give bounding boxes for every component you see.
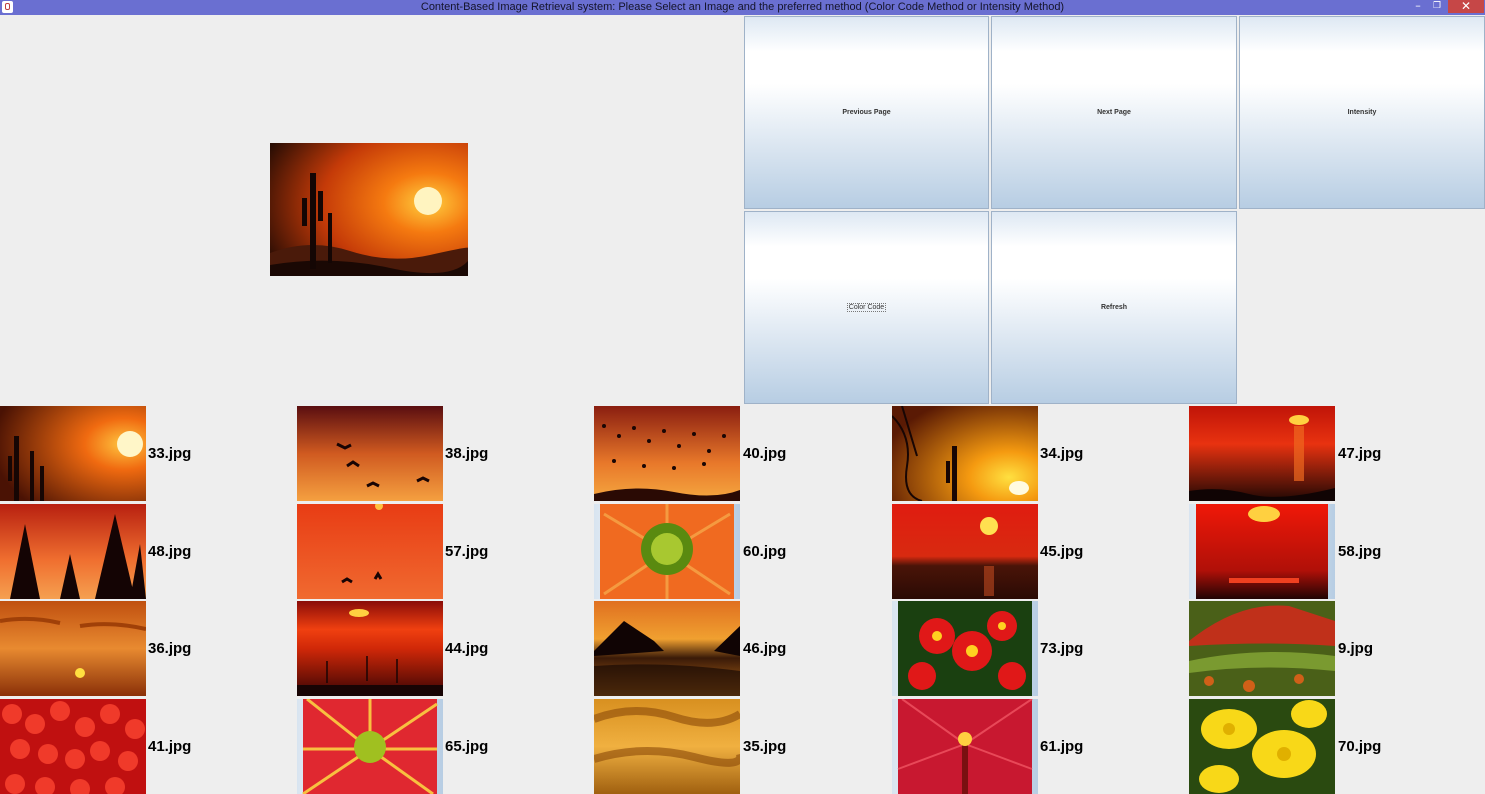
result-filename: 46.jpg: [743, 640, 787, 657]
previous-page-label: Previous Page: [842, 109, 891, 116]
color-code-label: Color Code: [846, 303, 887, 312]
result-filename: 34.jpg: [1040, 445, 1084, 462]
selected-image-preview: [270, 143, 468, 276]
result-thumbnail[interactable]: [594, 406, 740, 501]
minimize-button[interactable]: –: [1409, 0, 1427, 13]
result-thumbnail[interactable]: [297, 699, 443, 794]
result-filename: 61.jpg: [1040, 738, 1084, 755]
result-thumbnail[interactable]: [594, 699, 740, 794]
result-filename: 41.jpg: [148, 738, 192, 755]
window-title: Content-Based Image Retrieval system: Pl…: [420, 1, 1065, 13]
previous-page-button[interactable]: Previous Page: [744, 16, 989, 209]
color-code-button[interactable]: Color Code: [744, 211, 989, 404]
result-filename: 40.jpg: [743, 445, 787, 462]
refresh-label: Refresh: [1100, 304, 1128, 311]
result-thumbnail[interactable]: [1189, 406, 1335, 501]
result-filename: 44.jpg: [445, 640, 489, 657]
result-filename: 47.jpg: [1338, 445, 1382, 462]
result-thumbnail[interactable]: [297, 406, 443, 501]
refresh-button[interactable]: Refresh: [991, 211, 1237, 404]
intensity-label: Intensity: [1347, 109, 1377, 116]
result-filename: 35.jpg: [743, 738, 787, 755]
result-filename: 48.jpg: [148, 543, 192, 560]
result-filename: 33.jpg: [148, 445, 192, 462]
title-bar: Content-Based Image Retrieval system: Pl…: [0, 0, 1485, 15]
result-thumbnail[interactable]: [594, 601, 740, 696]
result-thumbnail[interactable]: [1189, 601, 1335, 696]
intensity-button[interactable]: Intensity: [1239, 16, 1485, 209]
result-thumbnail[interactable]: [1189, 504, 1335, 599]
result-thumbnail[interactable]: [297, 504, 443, 599]
result-thumbnail[interactable]: [297, 601, 443, 696]
result-filename: 73.jpg: [1040, 640, 1084, 657]
result-thumbnail[interactable]: [594, 504, 740, 599]
result-thumbnail[interactable]: [892, 504, 1038, 599]
result-filename: 38.jpg: [445, 445, 489, 462]
close-button[interactable]: ✕: [1448, 0, 1484, 13]
result-filename: 57.jpg: [445, 543, 489, 560]
result-thumbnail[interactable]: [0, 699, 146, 794]
result-filename: 70.jpg: [1338, 738, 1382, 755]
result-thumbnail[interactable]: [892, 406, 1038, 501]
next-page-button[interactable]: Next Page: [991, 16, 1237, 209]
restore-button[interactable]: ❐: [1428, 0, 1446, 13]
result-filename: 60.jpg: [743, 543, 787, 560]
result-thumbnail[interactable]: [0, 601, 146, 696]
result-filename: 65.jpg: [445, 738, 489, 755]
result-thumbnail[interactable]: [0, 504, 146, 599]
result-thumbnail[interactable]: [892, 601, 1038, 696]
result-thumbnail[interactable]: [0, 406, 146, 501]
result-filename: 45.jpg: [1040, 543, 1084, 560]
result-thumbnail[interactable]: [892, 699, 1038, 794]
next-page-label: Next Page: [1097, 109, 1131, 116]
result-filename: 9.jpg: [1338, 640, 1374, 657]
result-filename: 36.jpg: [148, 640, 192, 657]
result-filename: 58.jpg: [1338, 543, 1382, 560]
result-thumbnail[interactable]: [1189, 699, 1335, 794]
